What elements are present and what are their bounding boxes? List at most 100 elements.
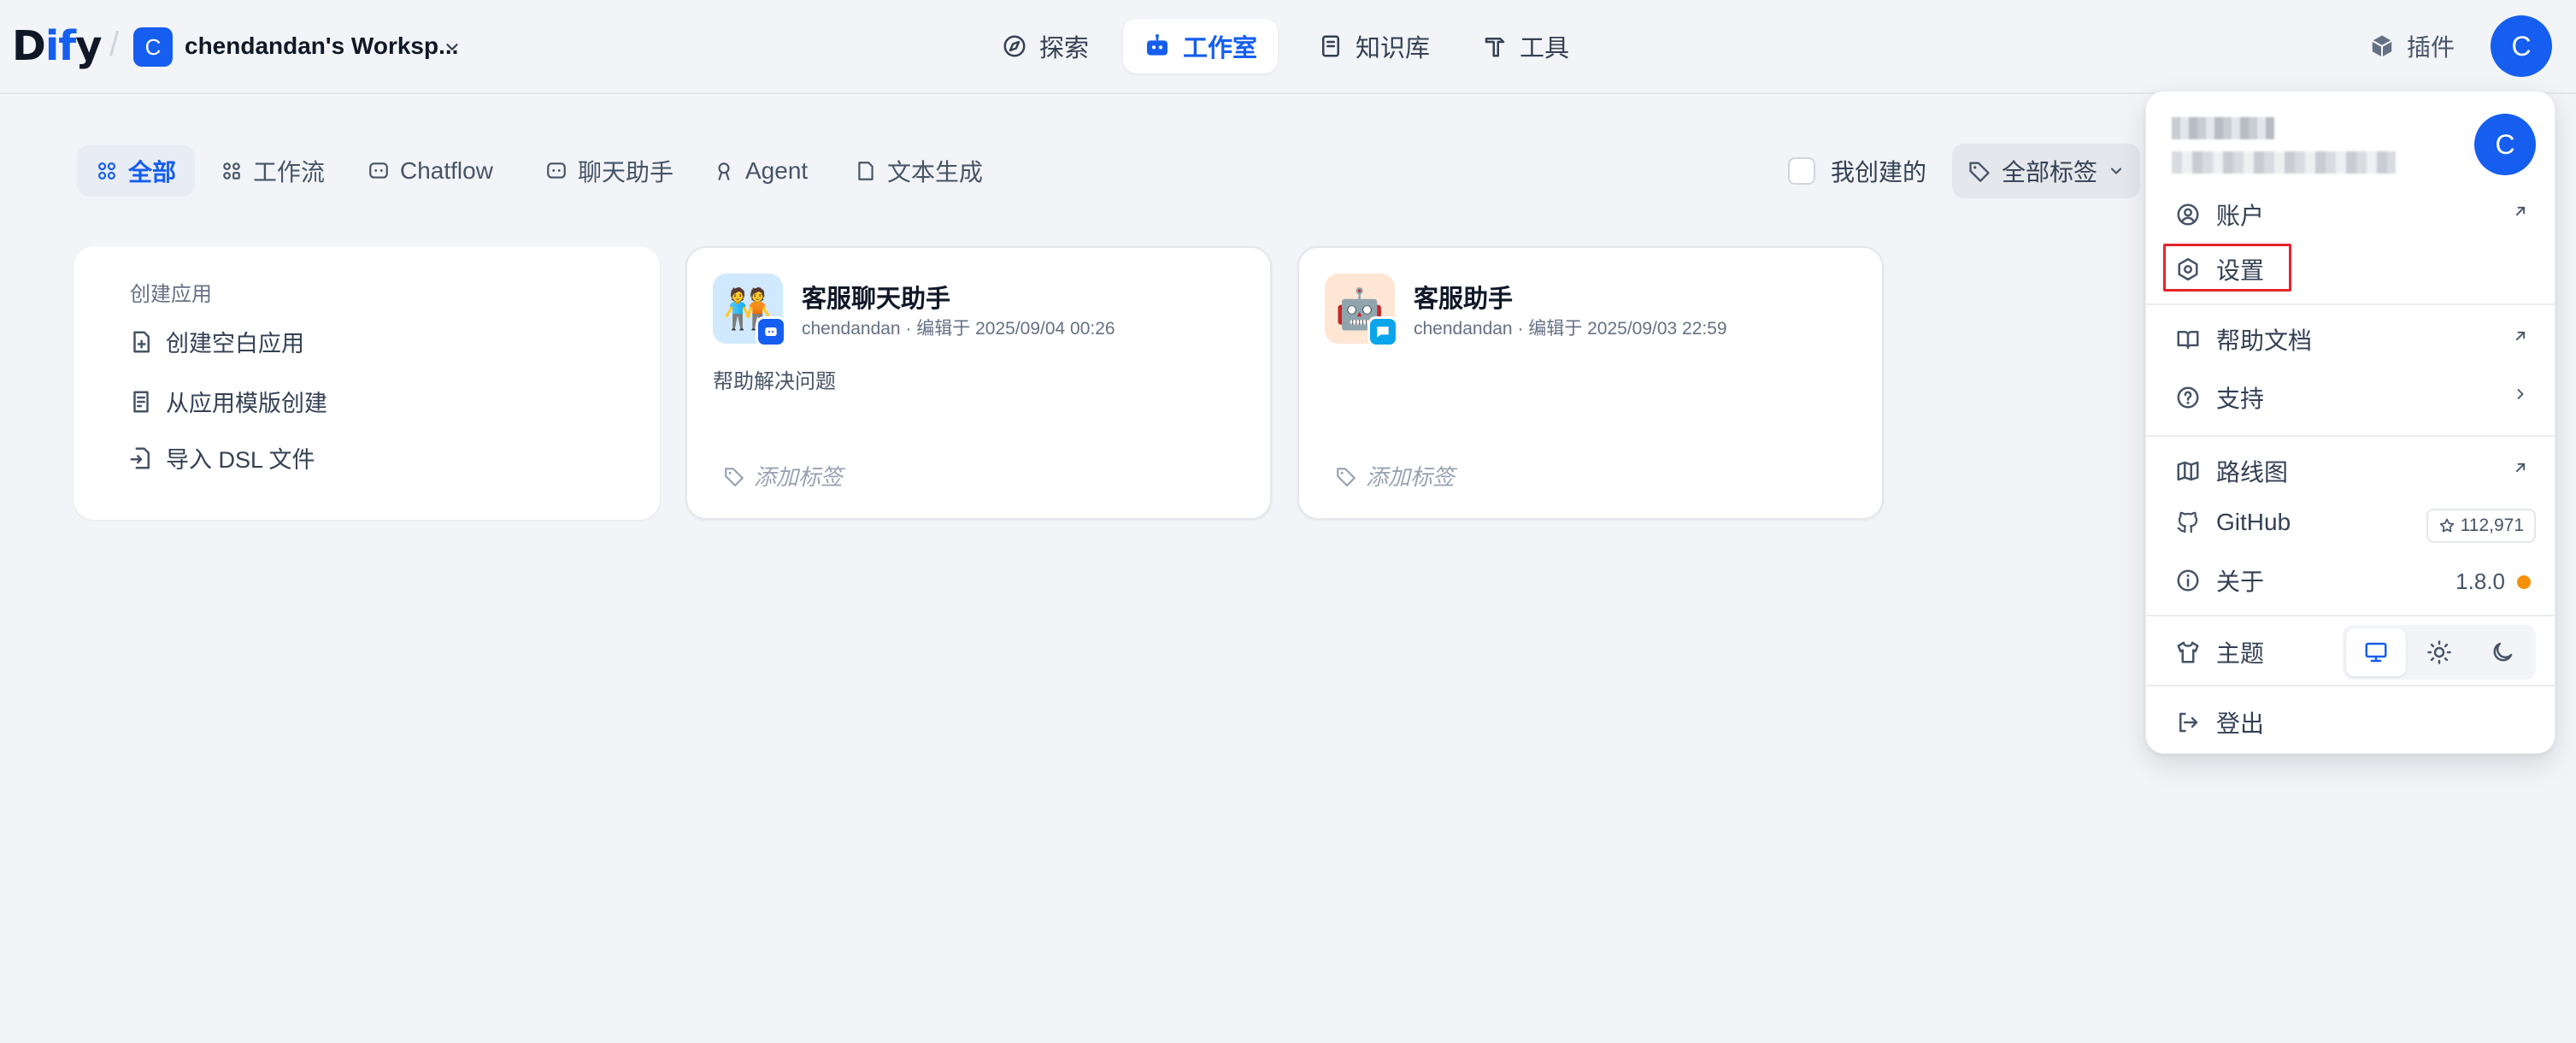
menu-item-settings[interactable]: 设置: [2175, 252, 2264, 286]
chat-badge-icon: [1367, 316, 1398, 347]
tab-chatbot[interactable]: 聊天助手: [526, 145, 692, 197]
sun-icon: [2426, 639, 2452, 665]
compass-icon: [1002, 33, 1027, 59]
book-icon: [1318, 33, 1344, 59]
nav-studio[interactable]: 工作室: [1123, 19, 1279, 74]
redacted-username: [2172, 117, 2274, 139]
app-card[interactable]: 🤖 客服助手 chendandan · 编辑于 2025/09/03 22:59…: [1297, 246, 1884, 520]
menu-divider: [2146, 435, 2555, 437]
tab-chatbot-label: 聊天助手: [578, 159, 674, 186]
nav-tools[interactable]: 工具: [1461, 19, 1590, 74]
workspace-avatar[interactable]: C: [133, 27, 173, 67]
tab-agent-label: Agent: [745, 157, 809, 184]
monitor-icon: [2363, 639, 2389, 665]
book-open-icon: [2175, 327, 2201, 352]
nav-studio-label: 工作室: [1183, 35, 1258, 62]
plugins-button[interactable]: 插件: [2369, 29, 2455, 63]
nav-tools-label: 工具: [1520, 35, 1570, 62]
top-header: Dify / C chendandan's Worksp... 探索 工作室 知…: [0, 0, 2576, 94]
created-by-me-filter[interactable]: 我创建的: [1788, 154, 1926, 188]
menu-about-label: 关于: [2216, 569, 2265, 595]
grid-icon: [96, 160, 118, 182]
app-name: 客服助手: [1414, 286, 1514, 313]
github-stars-badge: 112,971: [2426, 509, 2536, 543]
tab-chatflow[interactable]: Chatflow: [349, 145, 512, 197]
menu-settings-label: 设置: [2216, 257, 2265, 284]
gear-icon: [2175, 256, 2201, 282]
theme-system-button[interactable]: [2346, 628, 2406, 676]
created-by-me-checkbox[interactable]: [1788, 157, 1815, 185]
chevron-down-icon[interactable]: [443, 38, 462, 56]
nav-explore[interactable]: 探索: [981, 19, 1109, 74]
tab-chatflow-label: Chatflow: [400, 157, 493, 184]
app-meta: chendandan · 编辑于 2025/09/03 22:59: [1414, 319, 1727, 339]
menu-divider: [2146, 615, 2555, 616]
external-link-icon: [2512, 327, 2529, 345]
menu-item-help-docs[interactable]: 帮助文档: [2175, 322, 2312, 357]
update-dot-icon: [2517, 575, 2531, 589]
tab-text-generation[interactable]: 文本生成: [836, 145, 1002, 197]
add-tag-button[interactable]: 添加标签: [1335, 460, 1455, 492]
info-circle-icon: [2175, 568, 2201, 593]
chatbot-badge-icon: [756, 316, 786, 347]
create-template-label: 从应用模版创建: [166, 391, 327, 416]
account-dropdown-menu: C 账户 设置 帮助文档 支持 路线图 GitHub 112,971 关于 1.…: [2145, 91, 2555, 754]
tag-icon: [1967, 159, 1991, 183]
menu-item-about[interactable]: 关于: [2175, 563, 2264, 598]
map-icon: [2175, 458, 2201, 484]
menu-item-logout[interactable]: 登出: [2175, 705, 2264, 740]
breadcrumb-separator: /: [109, 26, 120, 63]
app-card[interactable]: 🧑‍🤝‍🧑 客服聊天助手 chendandan · 编辑于 2025/09/04…: [685, 246, 1272, 520]
tab-workflow[interactable]: 工作流: [202, 145, 344, 197]
tag-filter-label: 全部标签: [2002, 159, 2098, 186]
menu-item-account[interactable]: 账户: [2175, 197, 2264, 232]
add-tag-label: 添加标签: [754, 464, 844, 490]
chat-bubble-icon: [545, 160, 568, 182]
created-by-me-label: 我创建的: [1831, 159, 1927, 186]
import-dsl-button[interactable]: 导入 DSL 文件: [128, 441, 315, 474]
menu-item-roadmap[interactable]: 路线图: [2175, 454, 2288, 488]
create-app-card: 创建应用 创建空白应用 从应用模版创建 导入 DSL 文件: [74, 246, 660, 520]
menu-avatar: C: [2474, 114, 2536, 175]
tab-agent[interactable]: Agent: [694, 145, 826, 197]
create-app-title: 创建应用: [130, 283, 212, 306]
menu-item-github[interactable]: GitHub: [2175, 509, 2291, 536]
shirt-icon: [2175, 639, 2201, 665]
menu-support-label: 支持: [2216, 386, 2265, 412]
github-icon: [2175, 510, 2201, 535]
chatflow-icon: [368, 160, 390, 182]
github-stars-count: 112,971: [2460, 516, 2524, 535]
app-name: 客服聊天助手: [802, 286, 951, 313]
user-circle-icon: [2175, 202, 2201, 227]
menu-github-label: GitHub: [2216, 509, 2291, 535]
tag-filter-select[interactable]: 全部标签: [1952, 144, 2140, 198]
workflow-icon: [221, 160, 243, 182]
theme-light-button[interactable]: [2409, 628, 2469, 676]
create-blank-app-button[interactable]: 创建空白应用: [128, 325, 304, 358]
import-dsl-label: 导入 DSL 文件: [166, 447, 315, 473]
tab-text-label: 文本生成: [887, 159, 984, 186]
create-from-template-button[interactable]: 从应用模版创建: [128, 385, 327, 418]
menu-theme-label: 主题: [2216, 640, 2265, 667]
theme-switcher: [2343, 625, 2536, 680]
redacted-email: [2172, 151, 2396, 174]
external-link-icon: [2512, 459, 2529, 476]
template-icon: [128, 389, 154, 415]
moon-icon: [2490, 639, 2515, 665]
menu-item-theme: 主题: [2175, 635, 2264, 669]
file-import-icon: [128, 445, 154, 471]
theme-dark-button[interactable]: [2473, 628, 2532, 676]
app-meta: chendandan · 编辑于 2025/09/04 00:26: [802, 319, 1115, 339]
robot-icon: [1144, 32, 1171, 60]
add-tag-button[interactable]: 添加标签: [723, 460, 843, 492]
tab-all[interactable]: 全部: [77, 145, 196, 197]
nav-explore-label: 探索: [1039, 35, 1090, 62]
dify-logo[interactable]: Dify: [12, 22, 102, 70]
menu-logout-label: 登出: [2216, 710, 2265, 737]
star-icon: [2438, 517, 2455, 534]
user-avatar[interactable]: C: [2491, 15, 2552, 77]
add-tag-label: 添加标签: [1366, 464, 1456, 490]
nav-knowledge[interactable]: 知识库: [1297, 19, 1450, 74]
menu-item-support[interactable]: 支持: [2175, 380, 2264, 415]
workspace-name[interactable]: chendandan's Worksp...: [185, 32, 458, 60]
